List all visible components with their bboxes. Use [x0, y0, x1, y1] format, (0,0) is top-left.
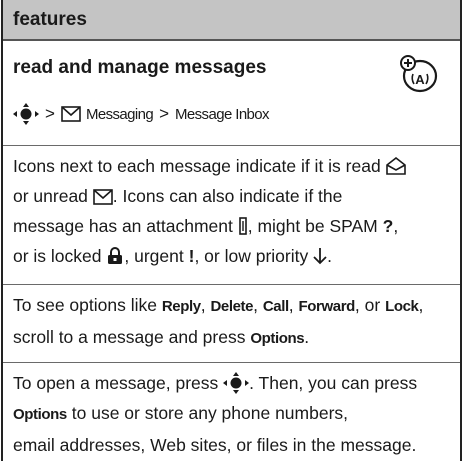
options-key-label: Options — [13, 406, 67, 423]
text: , or — [354, 295, 381, 315]
read-message-icon — [385, 156, 406, 175]
low-priority-icon — [313, 248, 327, 265]
forward-key-label: Forward — [298, 298, 356, 315]
paragraph-open: To open a message, press . Then, you can… — [13, 368, 455, 460]
paragraph-options: To see options like Reply, Delete, Call,… — [13, 290, 455, 354]
text: Icons next to each message indicate if i… — [13, 156, 381, 176]
options-key-label: Options — [250, 330, 305, 347]
menu-path: > Messaging > Message Inbox — [13, 103, 270, 125]
call-key-label: Call — [262, 298, 289, 315]
divider — [3, 284, 460, 285]
text: . Then, you can press — [249, 373, 418, 393]
text: . — [327, 246, 332, 266]
path-menu: Messaging — [85, 105, 154, 123]
text: email addresses, Web sites, or files in … — [13, 435, 417, 455]
text: , — [200, 295, 206, 315]
text: , — [253, 295, 258, 315]
reply-key-label: Reply — [161, 298, 201, 315]
envelope-icon — [61, 106, 81, 122]
section-title: read and manage messages — [13, 57, 267, 78]
text: , urgent — [124, 246, 184, 266]
text: To see options like — [13, 295, 157, 315]
header-title: features — [13, 9, 87, 30]
text: scroll to a message and press — [13, 327, 246, 347]
attachment-icon — [238, 217, 247, 235]
network-service-icon: A — [400, 55, 438, 93]
text: to use or store any phone numbers, — [71, 403, 349, 423]
path-separator-2: > — [159, 104, 170, 123]
text: or is locked — [13, 246, 102, 266]
text: or unread — [13, 186, 88, 206]
table-header: features — [3, 0, 460, 41]
path-separator: > — [45, 104, 55, 123]
text: . — [304, 327, 310, 347]
divider — [3, 145, 460, 146]
text: , — [393, 216, 399, 236]
divider — [3, 362, 460, 363]
lock-key-label: Lock — [385, 298, 419, 315]
features-table: features read and manage messages A > Me… — [1, 0, 462, 461]
paragraph-icons: Icons next to each message indicate if i… — [13, 151, 455, 271]
spam-icon: ? — [382, 216, 394, 236]
delete-key-label: Delete — [210, 298, 254, 315]
lock-icon — [108, 247, 123, 264]
text: , might be SPAM — [247, 216, 378, 236]
text: , or low priority — [194, 246, 309, 266]
text: . Icons can also indicate if the — [112, 186, 343, 206]
path-item: Message Inbox — [175, 105, 270, 123]
text: message has an attachment — [13, 216, 233, 236]
text: , — [418, 295, 424, 315]
svg-text:A: A — [415, 72, 425, 87]
unread-message-icon — [92, 189, 113, 205]
nav-key-icon — [223, 372, 250, 394]
text: To open a message, press — [13, 373, 219, 393]
nav-key-icon — [13, 103, 39, 125]
text: , — [288, 295, 294, 315]
